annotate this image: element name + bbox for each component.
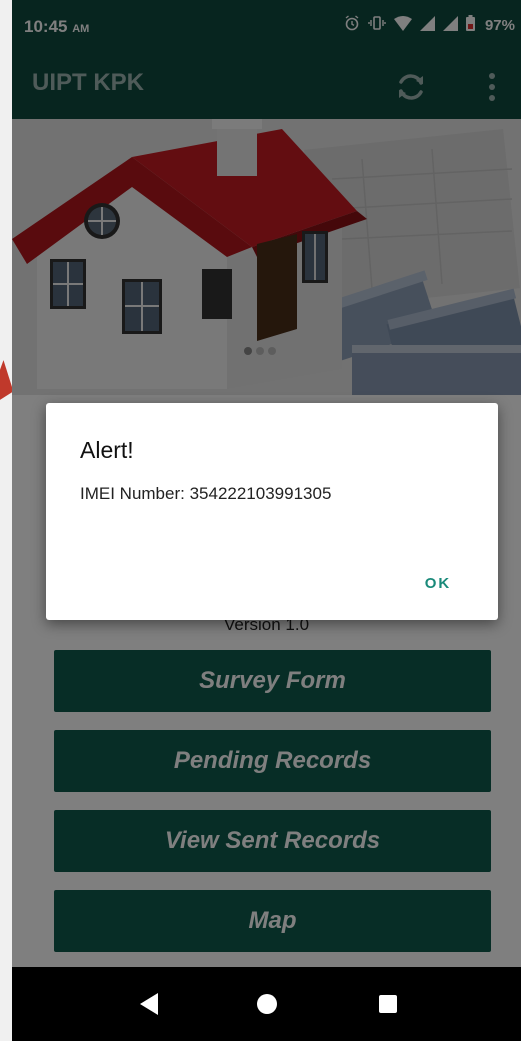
home-icon[interactable] xyxy=(257,994,277,1014)
navigation-bar xyxy=(12,967,521,1041)
back-icon[interactable] xyxy=(140,993,158,1015)
recents-icon[interactable] xyxy=(379,995,397,1013)
ok-button[interactable]: OK xyxy=(408,565,468,601)
phone-screen: 10:45 AM 97% UIPT KPK xyxy=(12,0,521,1041)
dialog-message: IMEI Number: 354222103991305 xyxy=(80,484,332,503)
dialog-title: Alert! xyxy=(80,437,134,463)
left-margin-strip xyxy=(0,0,12,1041)
alert-dialog: Alert! IMEI Number: 354222103991305 OK xyxy=(46,403,498,620)
